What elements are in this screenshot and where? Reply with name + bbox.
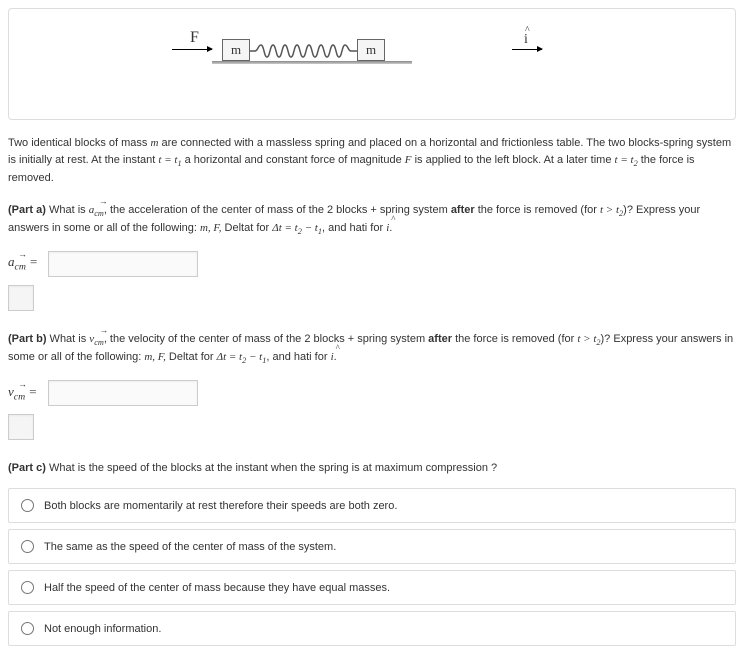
part-c-option-0[interactable]: Both blocks are momentarily at rest ther…	[8, 488, 736, 523]
part-a-input[interactable]	[48, 251, 198, 277]
part-a-submit-button[interactable]	[8, 285, 34, 311]
part-c-radio-1[interactable]	[21, 540, 34, 553]
part-a-answer-row: acm =	[8, 251, 736, 277]
right-block: m	[357, 39, 385, 61]
physics-diagram: F m m i	[172, 29, 572, 89]
part-a-answer-label: acm =	[8, 254, 44, 273]
part-c-radio-2[interactable]	[21, 581, 34, 594]
part-b-text: (Part b) What is vcm, the velocity of th…	[8, 331, 736, 368]
part-c-option-label: The same as the speed of the center of m…	[44, 541, 336, 553]
spring-icon	[250, 44, 357, 58]
part-c-text: (Part c) What is the speed of the blocks…	[8, 460, 736, 477]
left-block: m	[222, 39, 250, 61]
part-c-option-label: Half the speed of the center of mass bec…	[44, 582, 390, 594]
part-b-answer-label: vcm =	[8, 384, 44, 403]
ihat-arrow-icon	[512, 49, 542, 50]
part-c-option-3[interactable]: Not enough information.	[8, 611, 736, 646]
part-c-option-label: Both blocks are momentarily at rest ther…	[44, 500, 397, 512]
part-a-text: (Part a) What is acm, the acceleration o…	[8, 202, 736, 239]
force-label: F	[190, 29, 199, 47]
part-c-option-1[interactable]: The same as the speed of the center of m…	[8, 529, 736, 564]
part-c-option-2[interactable]: Half the speed of the center of mass bec…	[8, 570, 736, 605]
part-c-radio-3[interactable]	[21, 622, 34, 635]
diagram-panel: F m m i	[8, 8, 736, 120]
force-arrow-icon	[172, 49, 212, 50]
part-b-answer-row: vcm =	[8, 380, 736, 406]
unit-vector: i	[512, 34, 542, 35]
problem-intro: Two identical blocks of mass m are conne…	[8, 135, 736, 187]
table-surface-icon	[212, 61, 412, 64]
ihat-label: i	[524, 32, 528, 48]
part-c-option-label: Not enough information.	[44, 623, 161, 635]
part-c-radio-0[interactable]	[21, 499, 34, 512]
part-b-input[interactable]	[48, 380, 198, 406]
part-b-submit-button[interactable]	[8, 414, 34, 440]
